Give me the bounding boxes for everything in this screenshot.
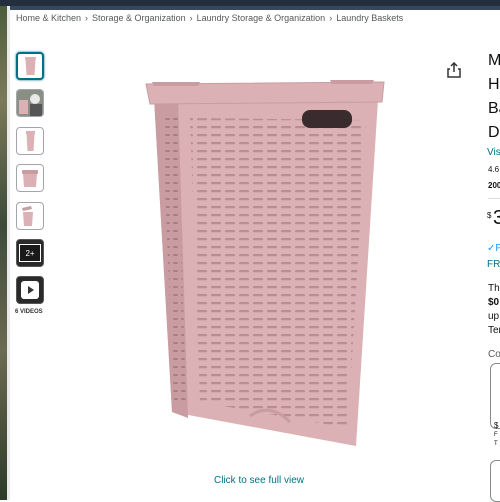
basket-lid-thumb-icon <box>22 206 33 226</box>
window-left-gutter <box>7 0 10 500</box>
thumbnail-more[interactable]: 2+ <box>16 239 44 267</box>
subnav-strip <box>10 6 500 10</box>
breadcrumb-storage-organization[interactable]: Storage & Organization <box>92 13 186 23</box>
share-icon[interactable] <box>446 62 462 78</box>
promo-line-1: Th <box>488 283 500 294</box>
basket-thumb-icon <box>25 57 36 75</box>
window-left-edge <box>0 0 7 500</box>
thumbnail-4-basket-wide[interactable] <box>16 164 44 192</box>
product-title-line-1: M <box>488 52 500 69</box>
option-card-1[interactable] <box>490 363 500 429</box>
breadcrumb: Home & Kitchen › Storage & Organization … <box>16 13 403 23</box>
breadcrumb-laundry-baskets[interactable]: Laundry Baskets <box>336 13 403 23</box>
promo-line-2: $0 <box>488 297 500 308</box>
option-card-2[interactable] <box>490 460 500 502</box>
promo-line-4[interactable]: Ter <box>488 325 500 336</box>
video-play-icon <box>21 281 39 299</box>
promo-line-3: up <box>488 311 500 322</box>
thumbnail-3-basket-tall[interactable] <box>16 127 44 155</box>
option-sub-2: T <box>494 441 498 447</box>
product-title-line-2: H <box>488 76 500 93</box>
lifestyle-thumb-icon <box>17 90 43 116</box>
breadcrumb-laundry-storage[interactable]: Laundry Storage & Organization <box>197 13 326 23</box>
more-images-badge: 2+ <box>19 244 41 262</box>
main-product-image[interactable] <box>140 76 390 456</box>
thumbnail-2-lifestyle[interactable] <box>16 89 44 117</box>
full-view-link[interactable]: Click to see full view <box>214 475 304 486</box>
rating-value[interactable]: 4.6 <box>488 165 499 174</box>
breadcrumb-separator: › <box>189 13 193 23</box>
thumbnail-1-basket[interactable] <box>16 52 44 80</box>
videos-count-label: 6 VIDEOS <box>15 309 43 315</box>
configuration-label: Co <box>488 349 500 360</box>
product-title-line-3: Ba <box>488 100 500 117</box>
option-sub-1: F <box>494 432 498 438</box>
free-delivery-link[interactable]: FR <box>487 259 500 270</box>
product-title-line-4: D <box>488 124 500 141</box>
basket-tall-thumb-icon <box>26 131 35 151</box>
divider <box>488 198 500 199</box>
bought-count: 200 <box>488 181 500 190</box>
thumbnail-videos[interactable] <box>16 276 44 304</box>
prime-badge[interactable]: ✓P <box>487 243 500 254</box>
price-symbol: $ <box>487 211 492 220</box>
breadcrumb-home-kitchen[interactable]: Home & Kitchen <box>16 13 81 23</box>
option-price: $ <box>494 421 499 430</box>
thumbnail-5-basket-lid-open[interactable] <box>16 202 44 230</box>
price-whole: 3 <box>493 207 500 229</box>
breadcrumb-separator: › <box>85 13 89 23</box>
breadcrumb-separator: › <box>329 13 333 23</box>
store-link[interactable]: Vis <box>487 147 500 158</box>
basket-wide-thumb-icon <box>22 170 38 187</box>
